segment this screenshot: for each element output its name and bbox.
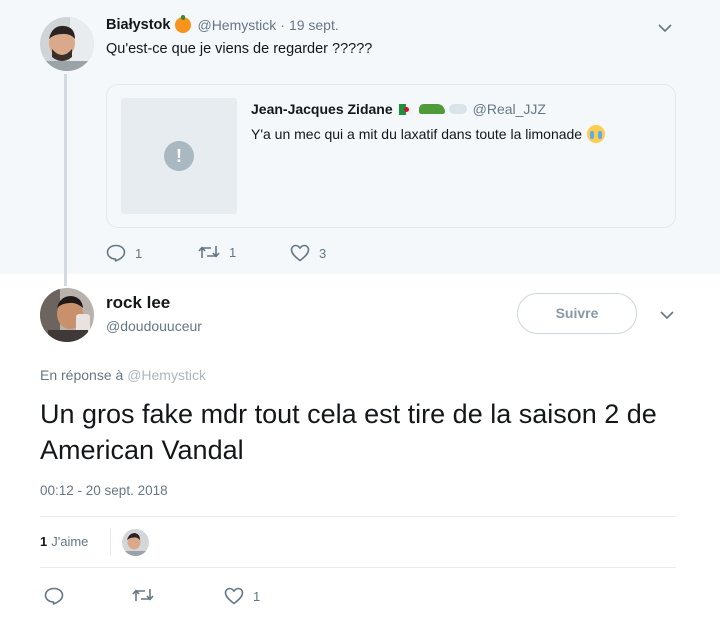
cloud-emoji-icon: [448, 104, 467, 114]
vertical-divider: [110, 528, 111, 556]
reply-action[interactable]: 1: [106, 244, 142, 262]
main-author-avatar[interactable]: [40, 288, 94, 342]
main-tweet-timestamp[interactable]: 00:12 - 20 sept. 2018: [40, 483, 168, 498]
header-separator: ·: [280, 17, 285, 33]
main-author-name[interactable]: rock lee: [106, 293, 170, 313]
like-action[interactable]: 3: [290, 244, 326, 262]
quoted-tweet-header: Jean-Jacques Zidane @Real_JJZ: [251, 101, 546, 117]
parent-author-name[interactable]: Białystok: [106, 17, 170, 33]
reply-count: 1: [135, 245, 143, 261]
like-count: 3: [319, 245, 327, 261]
orange-emoji-icon: [175, 15, 192, 33]
main-tweet-text: Un gros fake mdr tout cela est tire de l…: [40, 399, 657, 465]
crocodile-emoji-icon: [418, 104, 445, 114]
main-author-handle[interactable]: @doudouuceur: [106, 318, 202, 334]
retweet-count: 1: [229, 244, 237, 260]
reply-prefix: En réponse à: [40, 367, 124, 383]
reply-context: En réponse à @Hemystick: [40, 367, 206, 383]
retweet-icon: [132, 589, 154, 601]
retweet-icon: [198, 246, 220, 258]
quoted-tweet-text: Y'a un mec qui a mit du laxatif dans tou…: [251, 126, 583, 142]
like-action[interactable]: 1: [224, 587, 260, 605]
parent-tweet-text: Qu'est-ce que je viens de regarder ?????: [106, 41, 373, 57]
chevron-down-icon[interactable]: [660, 311, 674, 320]
reply-icon: [44, 587, 64, 605]
algeria-flag-icon: [398, 103, 413, 115]
divider: [40, 516, 676, 517]
exclamation-icon: !: [164, 141, 194, 171]
parent-tweet-date[interactable]: 19 sept.: [289, 17, 339, 33]
parent-author-handle[interactable]: @Hemystick: [197, 17, 276, 33]
quoted-tweet-text-row: Y'a un mec qui a mit du laxatif dans tou…: [251, 125, 606, 143]
crying-face-emoji-icon: [587, 125, 606, 143]
quoted-media-placeholder: !: [121, 98, 237, 214]
likes-summary[interactable]: 1 J'aime: [40, 534, 88, 549]
chevron-down-icon[interactable]: [658, 24, 672, 33]
retweet-action[interactable]: 1: [198, 244, 236, 260]
quoted-author-handle: @Real_JJZ: [472, 101, 546, 117]
quoted-author-name: Jean-Jacques Zidane: [251, 101, 393, 117]
quoted-tweet-card[interactable]: ! Jean-Jacques Zidane @Real_JJZ Y'a un m…: [106, 84, 676, 228]
heart-icon: [290, 244, 310, 262]
parent-tweet-header: Białystok @Hemystick · 19 sept.: [106, 15, 339, 33]
follow-button[interactable]: Suivre: [517, 293, 637, 334]
likes-summary-count: 1: [40, 534, 48, 549]
parent-author-avatar[interactable]: [40, 17, 94, 71]
heart-icon: [224, 587, 244, 605]
reply-icon: [106, 244, 126, 262]
thread-connector-line: [64, 74, 67, 286]
like-count: 1: [253, 588, 261, 604]
liker-avatar[interactable]: [122, 529, 149, 556]
retweet-action[interactable]: [132, 587, 154, 603]
reply-action[interactable]: [44, 587, 64, 605]
likes-summary-label: J'aime: [51, 534, 89, 549]
reply-mention-link[interactable]: @Hemystick: [127, 367, 206, 383]
divider: [40, 567, 676, 568]
parent-tweet[interactable]: Białystok @Hemystick · 19 sept. Qu'est-c…: [0, 0, 720, 286]
